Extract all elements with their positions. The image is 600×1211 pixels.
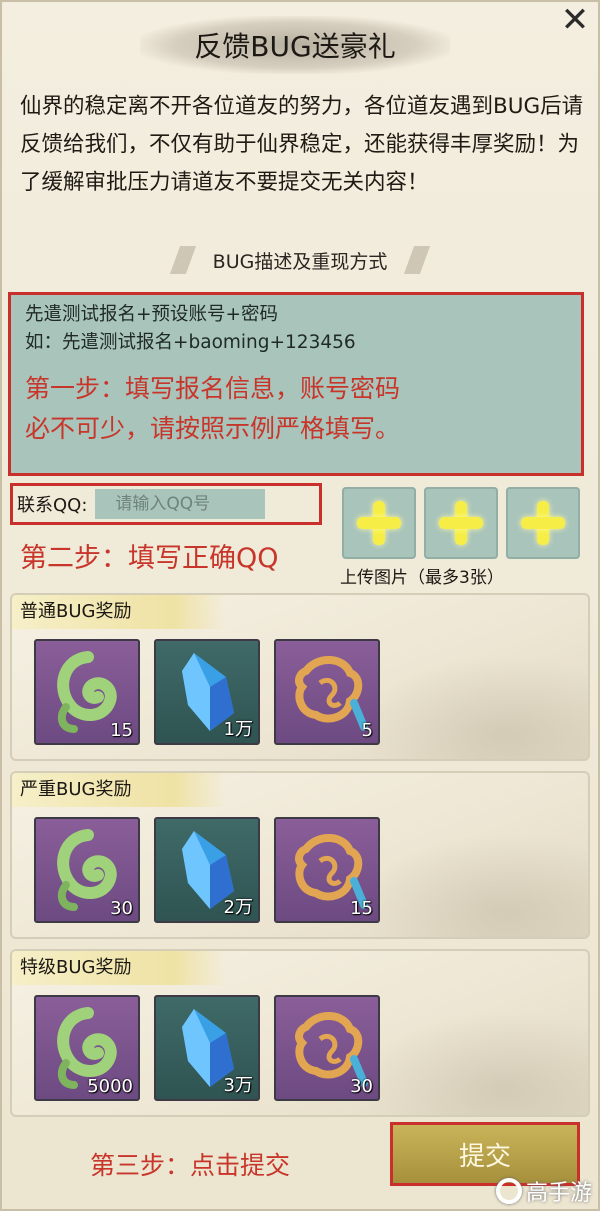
description-heading: BUG描述及重现方式 [175,240,425,280]
description-example-line-2: 如：先遣测试报名+baoming+123456 [25,332,356,353]
reward-item-blue-crystal[interactable]: 3万 [154,995,260,1101]
watermark-logo-icon [495,1178,522,1204]
item-quantity: 3万 [223,1075,253,1096]
item-quantity: 15 [350,898,373,919]
item-quantity: 5000 [87,1076,133,1097]
qq-label: 联系QQ: [17,495,88,516]
reward-item-jade-ring[interactable]: 30 [34,817,140,923]
dialog-title: 反馈BUG送豪礼 [140,16,450,74]
submit-button-label: 提交 [458,1141,511,1172]
item-quantity: 2万 [223,897,253,918]
item-quantity: 30 [110,898,133,919]
qq-input[interactable] [95,489,266,519]
reward-panel-normal: 普通BUG奖励 15 1万 5 [10,593,590,761]
close-icon[interactable]: ✕ [558,3,592,38]
reward-title: 严重BUG奖励 [12,773,227,807]
step3-instruction: 第三步：点击提交 [90,1151,291,1180]
reward-title: 特级BUG奖励 [12,951,227,985]
upload-image-button-3[interactable] [506,487,580,559]
watermark: 高手游 [495,1175,592,1207]
reward-title: 普通BUG奖励 [12,595,227,629]
watermark-text: 高手游 [525,1181,592,1206]
plus-icon [357,501,401,545]
upload-image-button-1[interactable] [342,487,416,559]
description-example-line-1: 先遣测试报名+预设账号+密码 [25,304,279,325]
reward-item-blue-crystal[interactable]: 2万 [154,817,260,923]
item-quantity: 5 [361,720,373,741]
reward-item-blue-crystal[interactable]: 1万 [154,639,260,745]
bug-description-textarea[interactable]: 先遣测试报名+预设账号+密码 如：先遣测试报名+baoming+123456 第… [8,292,584,476]
reward-item-gold-token[interactable]: 5 [274,639,380,745]
step2-instruction: 第二步：填写正确QQ [20,543,279,574]
description-heading-label: BUG描述及重现方式 [212,250,388,273]
plus-icon [521,501,565,545]
upload-image-button-2[interactable] [424,487,498,559]
upload-label: 上传图片（最多3张） [340,568,504,588]
reward-item-jade-ring[interactable]: 15 [34,639,140,745]
intro-text: 仙界的稳定离不开各位道友的努力，各位道友遇到BUG后请反馈给我们，不仅有助于仙界… [20,94,584,195]
step1-line-2: 必不可少，请按照示例严格填写。 [25,414,401,443]
qq-contact-row: 联系QQ: [10,483,322,525]
plus-icon [439,501,483,545]
reward-item-gold-token[interactable]: 30 [274,995,380,1101]
gold-token-icon [295,656,368,731]
reward-item-jade-ring[interactable]: 5000 [34,995,140,1101]
reward-item-gold-token[interactable]: 15 [274,817,380,923]
reward-panel-severe: 严重BUG奖励 30 2万 15 [10,771,590,939]
step1-instruction: 第一步：填写报名信息，账号密码 必不可少，请按照示例严格填写。 [25,369,567,449]
item-quantity: 30 [350,1076,373,1097]
item-quantity: 1万 [223,719,253,740]
reward-panel-critical: 特级BUG奖励 5000 3万 30 [10,949,590,1117]
item-quantity: 15 [110,720,133,741]
step1-line-1: 第一步：填写报名信息，账号密码 [25,374,401,403]
